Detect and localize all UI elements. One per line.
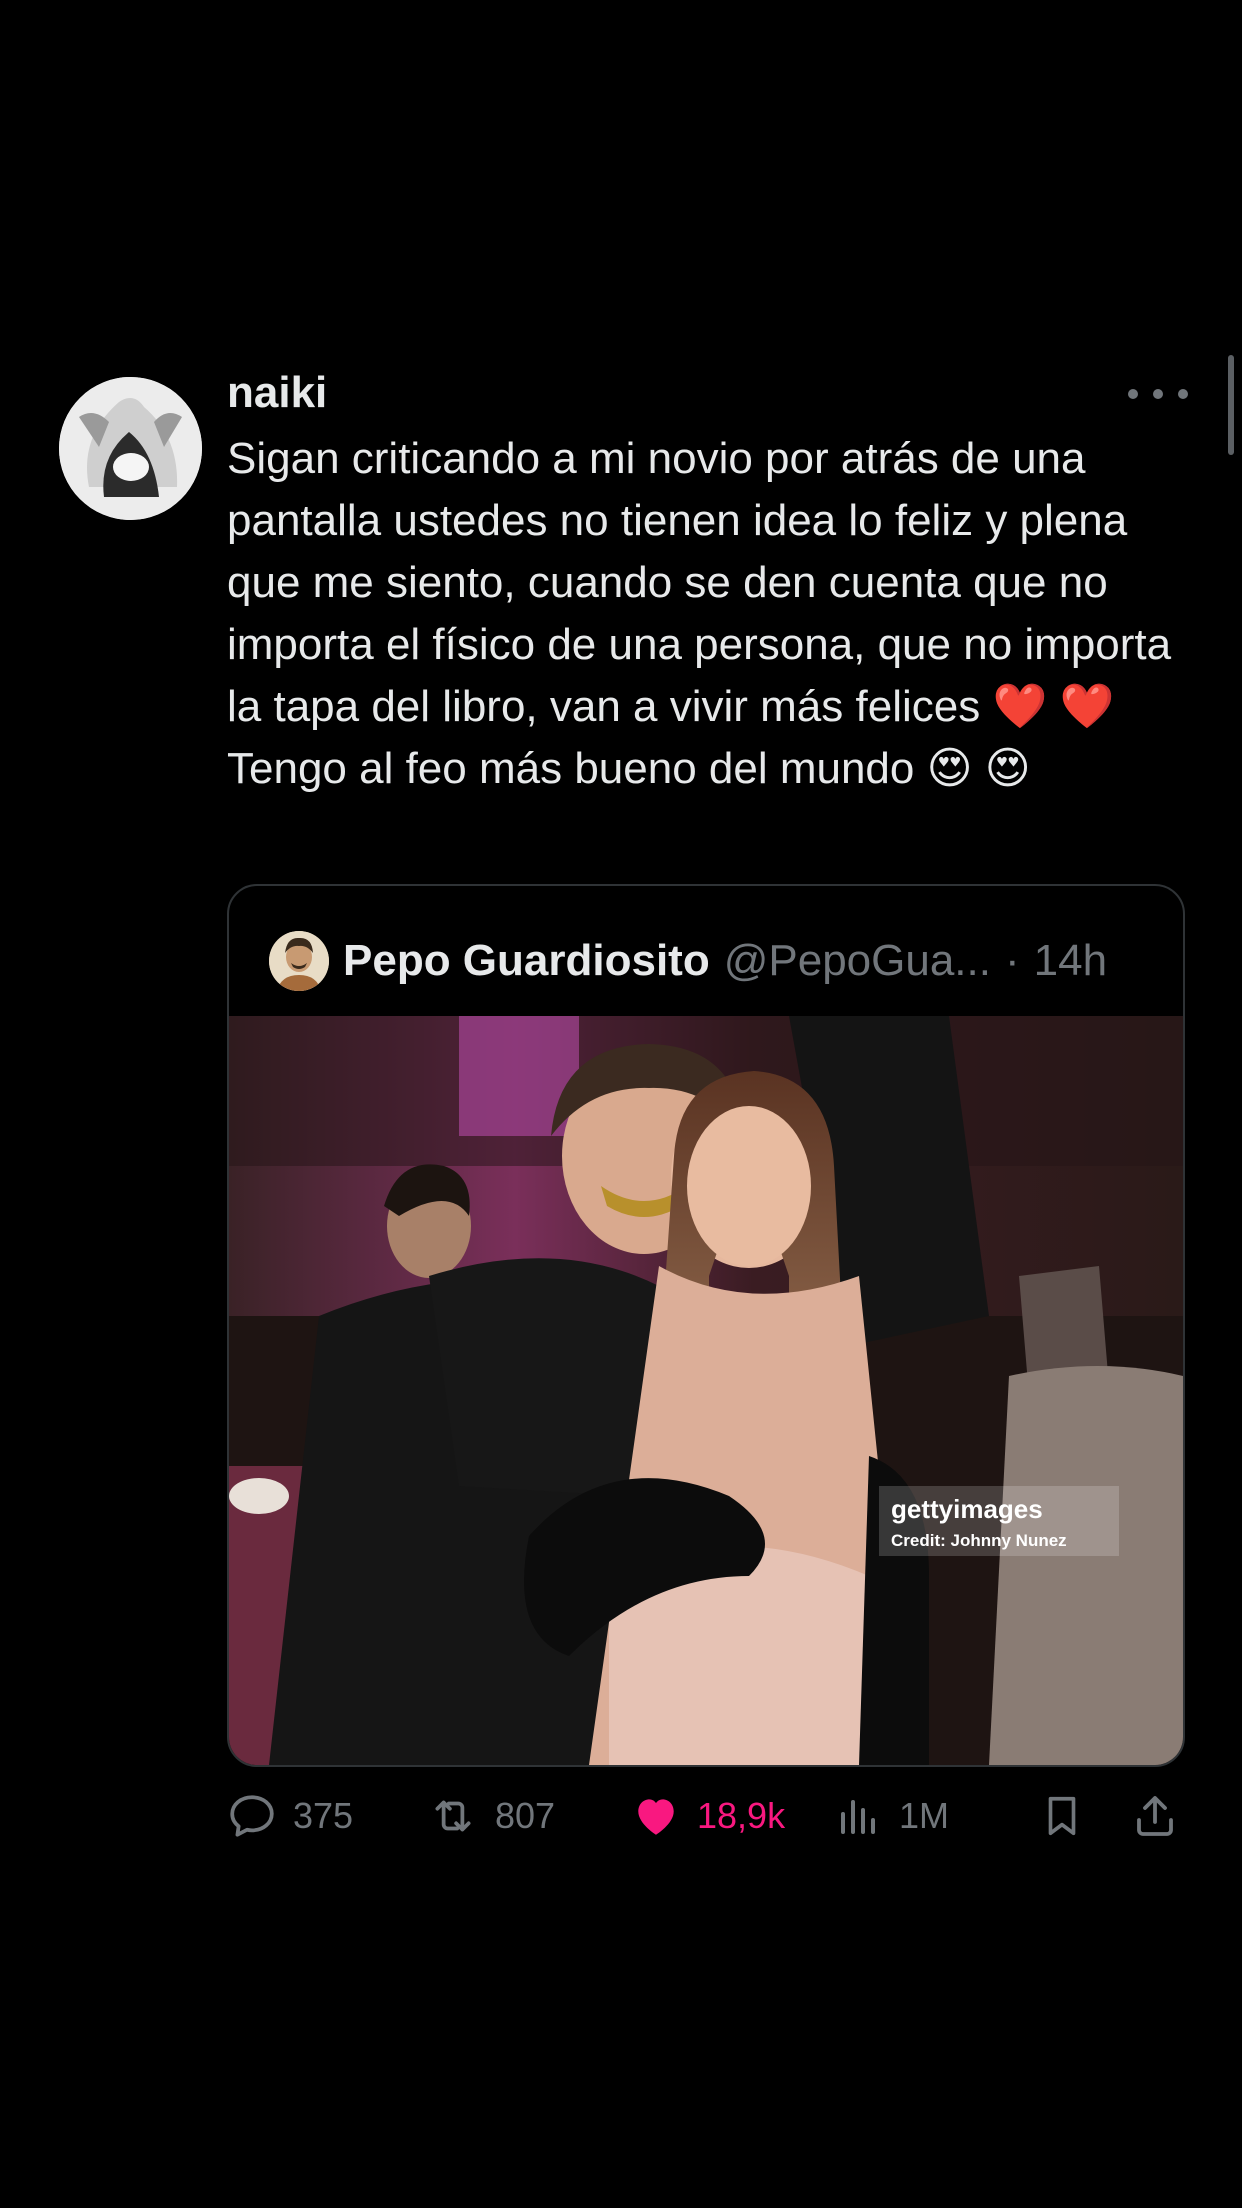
scrollbar[interactable] [1228,355,1234,455]
bookmark-button[interactable] [1039,1786,1085,1846]
quoted-author-handle[interactable]: @PepoGua... [724,936,991,986]
reply-icon [230,1795,274,1837]
quoted-photo[interactable]: gettyimages Credit: Johnny Nunez [229,1016,1183,1765]
like-count: 18,9k [697,1795,786,1836]
like-button[interactable]: 18,9k [631,1786,785,1846]
watermark-brand: gettyimages [891,1494,1043,1524]
quoted-tweet-card[interactable]: Pepo Guardiosito @PepoGua... · 14h getty… [227,884,1185,1767]
quoted-author-avatar[interactable] [269,931,329,991]
author-name[interactable]: naiki [227,366,327,420]
separator-dot: · [1004,936,1020,985]
watermark-credit: Credit: Johnny Nunez [891,1531,1067,1550]
views-icon [841,1800,875,1834]
heart-icon [638,1799,674,1835]
quoted-tweet-header: Pepo Guardiosito @PepoGua... · 14h [269,926,1107,996]
action-bar: 375 807 18,9k 1M [227,1786,1187,1846]
author-avatar[interactable] [59,377,202,520]
reply-count: 375 [293,1795,354,1836]
avatar-photo [59,377,202,520]
repost-icon [435,1800,471,1832]
more-options-icon[interactable] [1128,376,1188,412]
share-button[interactable] [1131,1786,1179,1846]
share-icon [1137,1796,1173,1836]
reply-button[interactable]: 375 [227,1786,353,1846]
views-count: 1M [899,1795,950,1836]
quoted-timestamp[interactable]: 14h [1034,936,1107,986]
quoted-author-name[interactable]: Pepo Guardiosito [343,936,710,986]
bookmark-icon [1048,1796,1076,1836]
views-button[interactable]: 1M [835,1786,949,1846]
tweet-text: Sigan criticando a mi novio por atrás de… [227,434,1184,793]
repost-count: 807 [495,1795,556,1836]
repost-button[interactable]: 807 [427,1786,555,1846]
quoted-avatar-photo [269,931,329,991]
